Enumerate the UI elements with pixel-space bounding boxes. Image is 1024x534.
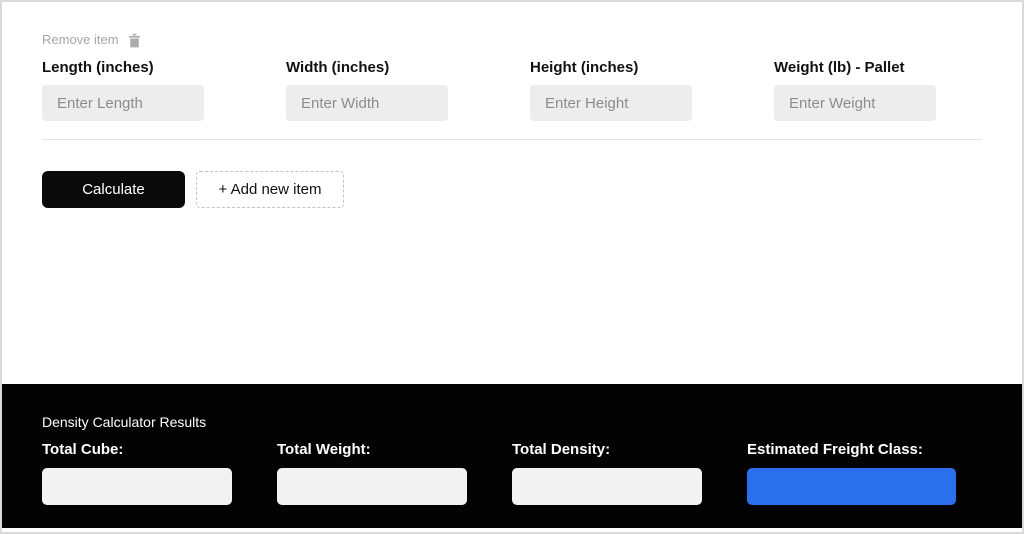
weight-label: Weight (lb) - Pallet	[774, 59, 905, 76]
field-width: Width (inches)	[286, 59, 448, 121]
field-height: Height (inches)	[530, 59, 692, 121]
add-new-item-button[interactable]: + Add new item	[196, 171, 344, 208]
width-label: Width (inches)	[286, 59, 390, 76]
length-input[interactable]	[42, 85, 204, 121]
density-calculator-page: Remove item Length (inches) Width (inche…	[0, 0, 1024, 534]
width-input[interactable]	[286, 85, 448, 121]
height-input[interactable]	[530, 85, 692, 121]
total-density-label: Total Density:	[512, 441, 611, 458]
result-total-cube: Total Cube:	[42, 441, 232, 505]
height-label: Height (inches)	[530, 59, 639, 76]
field-length: Length (inches)	[42, 59, 204, 121]
results-title: Density Calculator Results	[42, 414, 207, 430]
freight-class-label: Estimated Freight Class:	[747, 441, 923, 458]
result-total-density: Total Density:	[512, 441, 702, 505]
weight-input[interactable]	[774, 85, 936, 121]
field-weight: Weight (lb) - Pallet	[774, 59, 936, 121]
total-cube-value	[42, 468, 232, 505]
remove-item-button[interactable]: Remove item	[42, 32, 982, 48]
results-row: Total Cube: Total Weight: Total Density:…	[42, 441, 982, 505]
total-weight-value	[277, 468, 467, 505]
results-section: Density Calculator Results Total Cube: T…	[2, 384, 1022, 528]
total-cube-label: Total Cube:	[42, 441, 124, 458]
trash-icon[interactable]	[128, 33, 141, 48]
dimension-fields-row: Length (inches) Width (inches) Height (i…	[42, 59, 982, 121]
actions-row: Calculate + Add new item	[42, 171, 982, 208]
freight-class-value	[747, 468, 956, 505]
result-total-weight: Total Weight:	[277, 441, 467, 505]
total-weight-label: Total Weight:	[277, 441, 371, 458]
length-label: Length (inches)	[42, 59, 154, 76]
calculate-button[interactable]: Calculate	[42, 171, 185, 208]
total-density-value	[512, 468, 702, 505]
item-form-section: Remove item Length (inches) Width (inche…	[2, 2, 1022, 208]
remove-item-label: Remove item	[42, 32, 119, 47]
result-freight-class: Estimated Freight Class:	[747, 441, 956, 505]
section-divider	[42, 139, 982, 140]
